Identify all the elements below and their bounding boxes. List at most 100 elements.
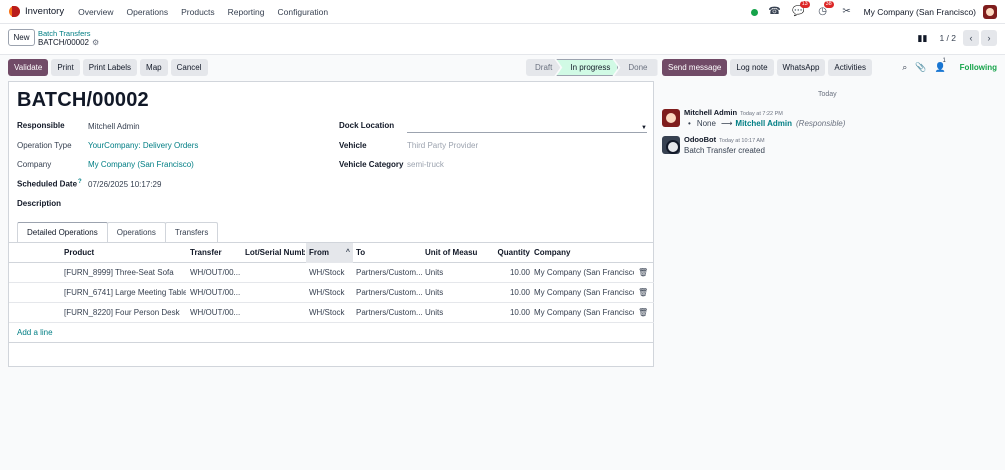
trash-icon[interactable]: 🗑 — [638, 283, 648, 303]
column-quantity[interactable]: Quantity — [489, 243, 530, 263]
new-button[interactable]: New — [8, 29, 35, 46]
gear-icon[interactable]: ⚙ — [92, 38, 99, 47]
cell-transfer: WH/OUT/00... — [190, 288, 241, 297]
following-button[interactable]: Following — [960, 63, 997, 72]
activities-button[interactable]: Activities — [828, 59, 872, 76]
description-label: Description — [17, 199, 62, 208]
table-row[interactable]: [FURN_8220] Four Person Desk WH/OUT/00..… — [9, 303, 654, 323]
caret-down-icon[interactable]: ▼ — [641, 125, 647, 131]
dock-location-field[interactable] — [407, 121, 637, 131]
author-avatar[interactable] — [662, 109, 680, 127]
pager-value[interactable]: 1 / 2 — [939, 33, 956, 43]
column-product[interactable]: Product — [64, 243, 184, 263]
menu-reporting[interactable]: Reporting — [228, 7, 265, 17]
pager-previous-button[interactable]: ‹ — [963, 30, 979, 46]
cancel-button[interactable]: Cancel — [170, 59, 208, 76]
activities-clock-icon[interactable]: ◷ 38 — [816, 1, 834, 19]
table-row[interactable]: [FURN_6741] Large Meeting Table WH/OUT/0… — [9, 283, 654, 303]
map-button[interactable]: Map — [140, 59, 168, 76]
table-row[interactable]: [FURN_8999] Three-Seat Sofa WH/OUT/00...… — [9, 263, 654, 283]
cell-uom: Units — [425, 288, 444, 297]
paperclip-icon[interactable]: 📎 — [915, 62, 926, 73]
menu-configuration[interactable]: Configuration — [278, 7, 329, 17]
status-done[interactable]: Done — [614, 59, 658, 76]
pager-area: ▮▮ 1 / 2 ‹ › — [918, 30, 997, 46]
column-from[interactable]: From ^ — [306, 243, 353, 263]
tab-detailed-operations[interactable]: Detailed Operations — [17, 222, 108, 242]
cell-from: WH/Stock — [309, 288, 345, 297]
search-icon[interactable]: ⌕ — [902, 62, 907, 73]
print-button[interactable]: Print — [51, 59, 80, 76]
message-author-name[interactable]: OdooBot — [684, 135, 716, 144]
bullet-icon: • — [688, 119, 691, 128]
message-author: Mitchell Admin Today at 7:22 PM — [684, 108, 783, 117]
tab-transfers[interactable]: Transfers — [164, 222, 219, 242]
column-from-label: From — [309, 248, 329, 257]
column-company[interactable]: Company — [534, 243, 634, 263]
vehicle-category-field[interactable]: semi-truck — [407, 160, 444, 169]
bookmark-icon[interactable]: ▮▮ — [918, 33, 928, 44]
messages-badge: 13 — [799, 1, 810, 8]
author-avatar[interactable] — [662, 136, 680, 154]
column-lot-serial[interactable]: Lot/Serial Number — [245, 243, 305, 263]
phone-icon[interactable]: ☎ — [768, 5, 782, 19]
detailed-operations-table: Product Transfer Lot/Serial Number From ^… — [9, 243, 654, 323]
cell-product: [FURN_8999] Three-Seat Sofa — [64, 268, 174, 277]
log-note-button[interactable]: Log note — [730, 59, 774, 76]
table-bottom-border — [9, 342, 654, 343]
tab-operations[interactable]: Operations — [106, 222, 166, 242]
company-field[interactable]: My Company (San Francisco) — [88, 160, 194, 169]
arrow-right-icon: ⟶ — [720, 119, 733, 128]
activities-badge: 38 — [823, 1, 834, 8]
debug-tools-icon[interactable]: ✂ — [840, 5, 854, 19]
menu-operations[interactable]: Operations — [127, 7, 169, 17]
record-title[interactable]: BATCH/00002 — [17, 89, 149, 112]
print-labels-button[interactable]: Print Labels — [82, 59, 138, 76]
responsible-label: Responsible — [17, 121, 65, 130]
cell-quantity: 10.00 — [509, 288, 530, 297]
add-line-link[interactable]: Add a line — [17, 328, 53, 337]
status-in-progress[interactable]: In progress — [556, 59, 618, 76]
message-author-name[interactable]: Mitchell Admin — [684, 108, 737, 117]
tracking-old-value: None — [696, 119, 716, 128]
message-body: Batch Transfer created — [684, 146, 765, 155]
column-to[interactable]: To — [356, 243, 416, 263]
top-navbar: Inventory Overview Operations Products R… — [0, 0, 1005, 24]
form-action-toolbar: Validate Print Print Labels Map Cancel — [8, 59, 211, 76]
pager-next-button[interactable]: › — [981, 30, 997, 46]
tracking-value: • None ⟶ Mitchell Admin (Responsible) — [688, 119, 845, 128]
app-name[interactable]: Inventory — [25, 6, 64, 17]
scheduled-date-label: Scheduled Date? — [17, 179, 82, 189]
user-avatar[interactable] — [983, 5, 997, 19]
operation-type-label: Operation Type — [17, 141, 72, 150]
status-bar: Draft In progress Done — [526, 59, 658, 76]
sort-ascending-icon[interactable]: ^ — [346, 243, 350, 263]
followers-icon[interactable]: 👤 1 — [934, 58, 945, 73]
company-switcher[interactable]: My Company (San Francisco) — [864, 7, 976, 17]
table-header: Product Transfer Lot/Serial Number From ^… — [9, 243, 654, 263]
status-draft[interactable]: Draft — [526, 59, 560, 76]
send-message-button[interactable]: Send message — [662, 59, 728, 76]
trash-icon[interactable]: 🗑 — [638, 303, 648, 323]
breadcrumb-parent[interactable]: Batch Transfers — [38, 29, 91, 38]
messages-icon[interactable]: 💬 13 — [792, 1, 810, 19]
chatter-topbar-right: ⌕ 📎 👤 1 Following — [894, 58, 997, 76]
cell-lot-serial — [245, 303, 303, 323]
menu-overview[interactable]: Overview — [78, 7, 113, 17]
trash-icon[interactable]: 🗑 — [638, 263, 648, 283]
date-separator: Today — [818, 91, 837, 98]
menu-products[interactable]: Products — [181, 7, 215, 17]
column-transfer[interactable]: Transfer — [190, 243, 240, 263]
vehicle-field[interactable]: Third Party Provider — [407, 141, 478, 150]
cell-to: Partners/Custom... — [356, 288, 422, 297]
help-tooltip-icon[interactable]: ? — [78, 179, 82, 185]
validate-button[interactable]: Validate — [8, 59, 49, 76]
responsible-field[interactable]: Mitchell Admin — [88, 122, 140, 131]
scheduled-date-field[interactable]: 07/26/2025 10:17:29 — [88, 180, 161, 189]
operation-type-field[interactable]: YourCompany: Delivery Orders — [88, 141, 198, 150]
cell-company: My Company (San Francisco) — [534, 268, 634, 277]
whatsapp-button[interactable]: WhatsApp — [776, 59, 826, 76]
column-unit-of-measure[interactable]: Unit of Measure — [425, 243, 477, 263]
cell-uom: Units — [425, 308, 444, 317]
inventory-app-icon[interactable] — [9, 6, 20, 17]
